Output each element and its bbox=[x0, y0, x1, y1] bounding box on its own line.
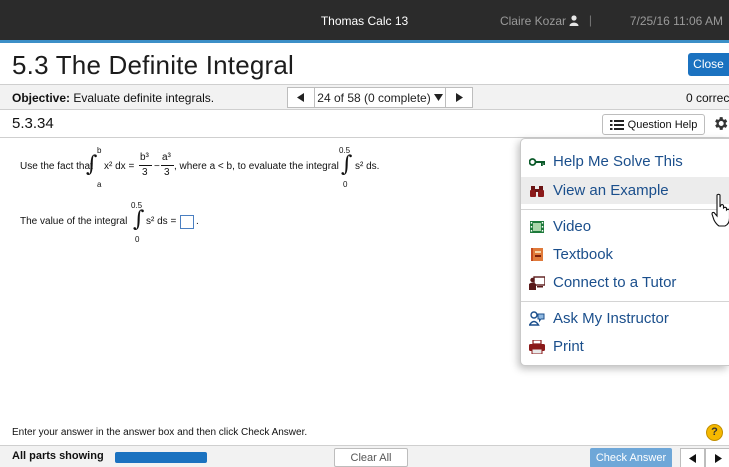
question-bar: 5.3.34 Question Help bbox=[0, 110, 729, 138]
tutor-icon bbox=[529, 275, 545, 290]
film-icon bbox=[529, 219, 545, 234]
hand-cursor-icon bbox=[711, 193, 729, 227]
arrow-right-icon bbox=[456, 93, 463, 102]
help-icon[interactable]: ? bbox=[706, 424, 723, 441]
instructor-icon bbox=[529, 311, 545, 326]
question-line-1: Use the fact that bbox=[20, 161, 93, 172]
date-time: 7/25/16 11:06 AM bbox=[629, 14, 723, 28]
objective-text: Evaluate definite integrals. bbox=[73, 91, 215, 105]
denominator-1: 3 bbox=[142, 167, 148, 178]
menu-divider bbox=[521, 209, 729, 210]
next-question-button[interactable] bbox=[445, 87, 473, 108]
question-pager: 24 of 58 (0 complete) bbox=[287, 87, 473, 108]
parts-showing-label: All parts showing bbox=[12, 450, 104, 462]
key-icon bbox=[529, 154, 545, 169]
course-title: Thomas Calc 13 bbox=[320, 14, 409, 28]
integrand-2: s² ds. bbox=[355, 161, 380, 172]
menu-item-print[interactable]: Print bbox=[521, 333, 729, 360]
question-help-label: Question Help bbox=[627, 118, 698, 131]
printer-icon bbox=[529, 339, 545, 354]
menu-divider bbox=[521, 301, 729, 302]
page-title: 5.3 The Definite Integral bbox=[12, 50, 295, 80]
arrow-right-icon bbox=[714, 453, 722, 463]
integral-sign-3: ∫ bbox=[133, 207, 145, 232]
answer-period: . bbox=[196, 216, 199, 227]
menu-item-label: View an Example bbox=[553, 182, 669, 199]
arrow-left-icon bbox=[297, 93, 304, 102]
bottom-next-button[interactable] bbox=[705, 448, 729, 467]
top-bar: Thomas Calc 13 Claire Kozar | 7/25/16 11… bbox=[0, 0, 729, 43]
menu-item-label: Print bbox=[553, 338, 584, 355]
fraction-line-1 bbox=[139, 165, 152, 166]
score-text: 0 correct bbox=[686, 91, 729, 105]
lower-limit-0: 0 bbox=[343, 180, 348, 189]
question-line-2: The value of the integral bbox=[20, 216, 127, 227]
menu-item-ask-my-instructor[interactable]: Ask My Instructor bbox=[521, 305, 729, 332]
fraction-line-2 bbox=[161, 165, 174, 166]
menu-item-label: Video bbox=[553, 218, 592, 235]
menu-item-label: Help Me Solve This bbox=[553, 153, 683, 170]
question-help-menu: Help Me Solve This View an Example Video… bbox=[520, 138, 729, 366]
menu-item-help-me-solve-this[interactable]: Help Me Solve This bbox=[521, 148, 729, 175]
answer-instruction: Enter your answer in the answer box and … bbox=[12, 427, 308, 438]
menu-item-connect-to-a-tutor[interactable]: Connect to a Tutor bbox=[521, 269, 729, 296]
menu-item-label: Connect to a Tutor bbox=[553, 274, 677, 291]
binoculars-icon bbox=[529, 183, 545, 198]
list-icon bbox=[609, 119, 624, 130]
bottom-bar: All parts showing Clear All Check Answer bbox=[0, 445, 729, 467]
book-icon bbox=[529, 247, 545, 262]
gear-icon[interactable] bbox=[712, 115, 729, 132]
question-suffix: , where a < b, to evaluate the integral bbox=[174, 161, 339, 172]
bottom-nav bbox=[680, 448, 729, 467]
clear-all-button[interactable]: Clear All bbox=[334, 448, 408, 467]
menu-item-textbook[interactable]: Textbook bbox=[521, 241, 729, 268]
question-help-button[interactable]: Question Help bbox=[602, 114, 705, 135]
upper-limit-b: b bbox=[97, 146, 102, 155]
menu-item-view-an-example[interactable]: View an Example bbox=[521, 177, 729, 204]
pager-text: 24 of 58 (0 complete) bbox=[317, 90, 431, 105]
menu-item-video[interactable]: Video bbox=[521, 213, 729, 240]
denominator-2: 3 bbox=[164, 167, 170, 178]
progress-bar bbox=[115, 452, 207, 463]
caret-down-icon bbox=[433, 94, 443, 101]
integral-sign-1: ∫ bbox=[86, 152, 98, 177]
question-number: 5.3.34 bbox=[12, 115, 54, 132]
menu-item-label: Textbook bbox=[553, 246, 614, 263]
bottom-previous-button[interactable] bbox=[680, 448, 705, 467]
answer-prefix: The value of the integral bbox=[20, 216, 128, 227]
previous-question-button[interactable] bbox=[287, 87, 315, 108]
person-icon bbox=[569, 15, 579, 26]
progress-fill bbox=[115, 452, 207, 463]
objective: Objective: Evaluate definite integrals. bbox=[12, 91, 214, 105]
integral-sign-2: ∫ bbox=[341, 152, 353, 177]
lower-limit-a: a bbox=[97, 180, 102, 189]
minus-sign: − bbox=[154, 161, 160, 172]
arrow-left-icon bbox=[688, 453, 696, 463]
integrand-1: x² dx = bbox=[104, 161, 135, 172]
objective-label: Objective: bbox=[12, 91, 71, 105]
question-selector[interactable]: 24 of 58 (0 complete) bbox=[315, 87, 445, 108]
close-button[interactable]: Close bbox=[688, 53, 729, 76]
separator: | bbox=[588, 13, 592, 27]
question-prefix: Use the fact that bbox=[20, 161, 93, 172]
lower-limit-0-b: 0 bbox=[135, 235, 140, 244]
numerator-a3: a³ bbox=[162, 152, 171, 163]
user-name: Claire Kozar bbox=[499, 14, 566, 28]
integrand-3: s² ds = bbox=[146, 216, 177, 227]
check-answer-button[interactable]: Check Answer bbox=[590, 448, 672, 467]
answer-input[interactable] bbox=[180, 215, 194, 229]
menu-item-label: Ask My Instructor bbox=[553, 310, 669, 327]
objective-bar: Objective: Evaluate definite integrals. … bbox=[0, 84, 729, 110]
numerator-b3: b³ bbox=[140, 152, 149, 163]
